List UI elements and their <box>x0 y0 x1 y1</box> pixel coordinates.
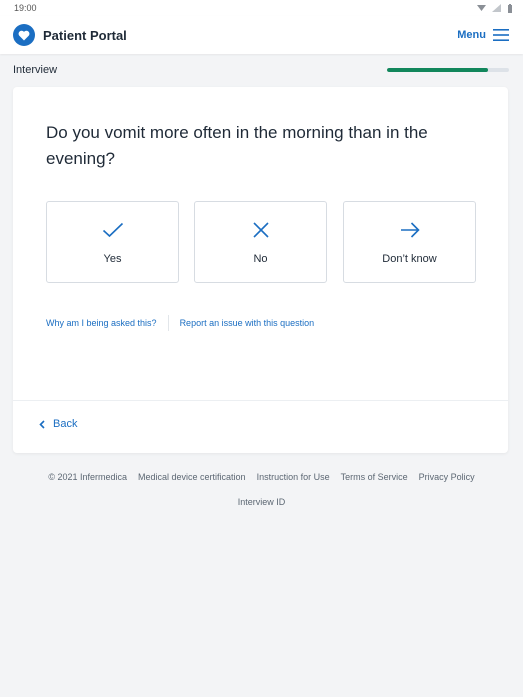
instructions-link[interactable]: Instruction for Use <box>257 472 330 482</box>
progress-row: Interview <box>0 54 523 86</box>
certification-link[interactable]: Medical device certification <box>138 472 246 482</box>
menu-label: Menu <box>457 29 486 41</box>
x-icon <box>252 219 269 241</box>
copyright-text: © 2021 Infermedica <box>48 472 128 482</box>
progress-fill <box>387 68 489 72</box>
back-label: Back <box>53 418 78 430</box>
question-card: Do you vomit more often in the morning t… <box>13 87 508 453</box>
hamburger-icon <box>493 29 509 41</box>
back-button[interactable]: Back <box>39 418 77 430</box>
battery-icon <box>508 3 512 13</box>
check-icon <box>102 219 124 241</box>
arrow-right-icon <box>400 219 420 241</box>
question-text: Do you vomit more often in the morning t… <box>46 123 428 168</box>
progress-label: Interview <box>13 64 58 76</box>
status-icons <box>477 3 513 13</box>
status-time: 19:00 <box>14 3 37 13</box>
terms-link[interactable]: Terms of Service <box>341 472 408 482</box>
answer-label: Yes <box>103 253 122 265</box>
menu-button[interactable]: Menu <box>457 29 509 41</box>
answer-no-button[interactable]: No <box>194 201 327 283</box>
answer-label: Don’t know <box>382 253 437 265</box>
signal-icon <box>492 4 501 12</box>
card-divider <box>13 400 508 401</box>
why-asked-link[interactable]: Why am I being asked this? <box>46 318 157 328</box>
interview-id-link[interactable]: Interview ID <box>0 497 523 507</box>
brand[interactable]: Patient Portal <box>13 24 127 46</box>
answer-label: No <box>253 253 268 265</box>
app-bar: Patient Portal Menu <box>0 16 523 54</box>
report-issue-link[interactable]: Report an issue with this question <box>180 318 315 328</box>
chevron-left-icon <box>39 419 45 429</box>
status-bar: 19:00 <box>0 0 523 16</box>
answer-yes-button[interactable]: Yes <box>46 201 179 283</box>
links-divider <box>167 315 169 331</box>
progress-bar <box>387 68 509 72</box>
footer-links: © 2021 Infermedica Medical device certif… <box>0 472 523 482</box>
privacy-link[interactable]: Privacy Policy <box>419 472 475 482</box>
heart-icon <box>13 24 35 46</box>
answer-dont-know-button[interactable]: Don’t know <box>343 201 476 283</box>
question-links: Why am I being asked this? Report an iss… <box>46 315 314 331</box>
wifi-icon <box>477 5 486 11</box>
app-title: Patient Portal <box>43 27 127 43</box>
